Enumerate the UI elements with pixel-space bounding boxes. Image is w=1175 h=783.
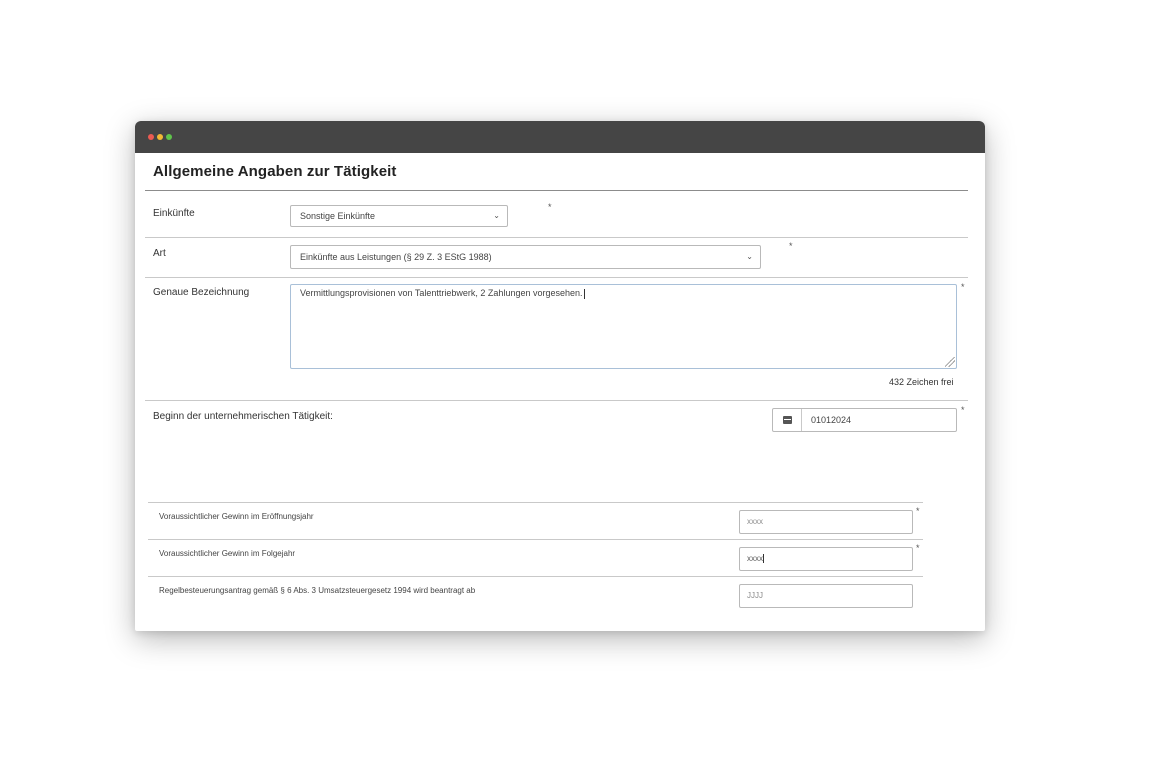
row-divider [145,400,968,401]
row-divider [145,277,968,278]
required-marker: * [961,405,965,415]
art-select[interactable]: Einkünfte aus Leistungen (§ 29 Z. 3 EStG… [290,245,761,269]
text-caret [763,554,764,564]
resize-grip-icon[interactable] [945,357,955,367]
required-marker: * [916,543,920,553]
character-counter: 432 Zeichen frei [889,377,954,387]
beginn-date-field[interactable]: 01012024 [772,408,957,432]
text-caret [583,288,585,299]
regelbesteuerung-label: Regelbesteuerungsantrag gemäß § 6 Abs. 3… [159,586,476,595]
minimize-window-dot[interactable] [157,134,163,140]
einkuenfte-label: Einkünfte [153,208,195,219]
gewinn-folge-value: xxxx [747,554,763,563]
einkuenfte-select-value: Sonstige Einkünfte [300,211,376,221]
section-title: Allgemeine Angaben zur Tätigkeit [153,163,397,180]
chevron-down-icon: ⌄ [493,211,500,220]
calendar-button[interactable] [773,409,802,431]
gewinn-eroeffnung-label: Voraussichtlicher Gewinn im Eröffnungsja… [159,512,314,521]
einkuenfte-select[interactable]: Sonstige Einkünfte ⌄ [290,205,508,227]
beginn-label: Beginn der unternehmerischen Tätigkeit: [153,411,333,422]
close-window-dot[interactable] [148,134,154,140]
window-titlebar [135,121,985,153]
bezeichnung-text: Vermittlungsprovisionen von Talenttriebw… [300,288,583,298]
regelbesteuerung-placeholder: JJJJ [747,591,763,600]
form-content: Allgemeine Angaben zur Tätigkeit Einkünf… [135,153,985,631]
maximize-window-dot[interactable] [166,134,172,140]
required-marker: * [548,202,552,212]
gewinn-folge-input[interactable]: xxxx [739,547,913,571]
gewinn-eroeffnung-input[interactable]: xxxx [739,510,913,534]
art-select-value: Einkünfte aus Leistungen (§ 29 Z. 3 EStG… [300,252,492,262]
required-marker: * [916,506,920,516]
bezeichnung-textarea[interactable]: Vermittlungsprovisionen von Talenttriebw… [290,284,957,369]
gewinn-eroeffnung-placeholder: xxxx [747,517,763,526]
chevron-down-icon: ⌄ [746,252,753,261]
row-divider [148,539,923,540]
calendar-icon [782,416,792,424]
beginn-date-value: 01012024 [811,415,852,425]
required-marker: * [789,241,793,251]
gewinn-folge-label: Voraussichtlicher Gewinn im Folgejahr [159,549,296,558]
row-divider [145,237,968,238]
row-divider [148,502,923,503]
title-divider [145,190,968,191]
art-label: Art [153,248,166,259]
browser-window: Allgemeine Angaben zur Tätigkeit Einkünf… [135,121,985,631]
bezeichnung-label: Genaue Bezeichnung [153,287,250,298]
required-marker: * [961,282,965,292]
row-divider [148,576,923,577]
regelbesteuerung-input[interactable]: JJJJ [739,584,913,608]
